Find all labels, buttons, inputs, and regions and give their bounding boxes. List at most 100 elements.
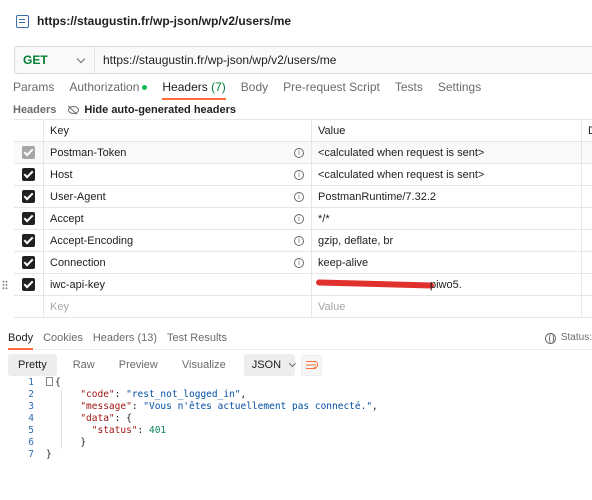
info-icon[interactable]: i	[294, 213, 304, 224]
response-tab-headers[interactable]: Headers (13)	[93, 332, 157, 349]
code-line: 3 "message": "Vous n'êtes actuellement p…	[18, 401, 378, 413]
response-body-editor[interactable]: 1{ 2 "code": "rest_not_logged_in", 3 "me…	[18, 377, 378, 461]
header-key-cell[interactable]: iwc-api-key	[44, 274, 312, 295]
table-row: Accept i */*	[14, 208, 592, 230]
tab-headers[interactable]: Headers (7)	[162, 80, 227, 100]
response-tab-test-results[interactable]: Test Results	[167, 332, 227, 349]
header-key: Accept	[50, 212, 84, 225]
column-key-label: Key	[50, 124, 69, 137]
header-key-cell[interactable]: Accept i	[44, 208, 312, 229]
header-key-cell[interactable]: Postman-Token i	[44, 142, 312, 163]
globe-icon[interactable]	[545, 333, 556, 344]
tab-tests[interactable]: Tests	[395, 80, 423, 99]
row-checkbox-cell	[14, 186, 44, 207]
format-visualize-button[interactable]: Visualize	[174, 354, 234, 376]
new-description-input[interactable]	[582, 296, 592, 317]
new-value-input[interactable]: Value	[312, 296, 582, 317]
hide-auto-generated-headers-button[interactable]: Hide auto-generated headers	[68, 104, 236, 116]
header-value: <calculated when request is sent>	[318, 146, 485, 159]
header-description-cell[interactable]	[582, 208, 592, 229]
response-tab-cookies[interactable]: Cookies	[43, 332, 83, 349]
header-description-cell[interactable]	[582, 186, 592, 207]
info-icon[interactable]: i	[294, 235, 304, 246]
header-key: Host	[50, 168, 73, 181]
column-header-value: Value	[312, 120, 582, 141]
request-tabs: Params Authorization Headers (7) Body Pr…	[13, 80, 496, 100]
header-description-cell[interactable]	[582, 142, 592, 163]
info-icon[interactable]: i	[294, 169, 304, 180]
tab-settings-label: Settings	[437, 80, 482, 94]
header-key: User-Agent	[50, 190, 106, 203]
code-line: 7}	[18, 449, 378, 461]
row-checkbox[interactable]	[22, 146, 35, 159]
table-row: Host i <calculated when request is sent>	[14, 164, 592, 186]
code-line: 1{	[18, 377, 378, 389]
header-value-cell[interactable]: PostmanRuntime/7.32.2	[312, 186, 582, 207]
tab-pre-request-script[interactable]: Pre-request Script	[283, 80, 380, 99]
tab-authorization[interactable]: Authorization	[69, 80, 148, 99]
method-select[interactable]: GET	[15, 47, 95, 73]
tab-settings[interactable]: Settings	[438, 80, 481, 99]
header-key-cell[interactable]: User-Agent i	[44, 186, 312, 207]
header-description-cell[interactable]	[582, 274, 592, 295]
row-checkbox[interactable]	[22, 190, 35, 203]
json-key: "message"	[80, 401, 132, 412]
row-checkbox-cell	[14, 252, 44, 273]
auth-set-indicator	[142, 85, 148, 91]
header-value: PostmanRuntime/7.32.2	[318, 190, 437, 203]
row-checkbox[interactable]	[22, 278, 35, 291]
line-number: 3	[28, 401, 34, 412]
table-row: Accept-Encoding i gzip, deflate, br	[14, 230, 592, 252]
response-status-label: Status:	[560, 332, 592, 343]
code-token: }	[46, 449, 52, 460]
header-value: keep-alive	[318, 256, 369, 269]
tab-params-label: Params	[13, 80, 55, 94]
format-pretty-button[interactable]: Pretty	[8, 354, 57, 376]
tab-headers-count: (7)	[211, 80, 226, 94]
fold-icon[interactable]	[46, 377, 53, 386]
header-value-cell[interactable]: <calculated when request is sent>	[312, 164, 582, 185]
header-value-cell[interactable]: gzip, deflate, br	[312, 230, 582, 251]
header-key-cell[interactable]: Host i	[44, 164, 312, 185]
info-icon[interactable]: i	[294, 191, 304, 202]
header-value: piwo5.	[430, 278, 462, 291]
row-checkbox-cell	[14, 274, 44, 295]
tab-pre-request-label: Pre-request Script	[283, 80, 380, 94]
table-header-row: Key Value D	[14, 120, 592, 142]
row-checkbox[interactable]	[22, 234, 35, 247]
header-key-cell[interactable]: Connection i	[44, 252, 312, 273]
header-value: <calculated when request is sent>	[318, 168, 485, 181]
url-input[interactable]: https://staugustin.fr/wp-json/wp/v2/user…	[95, 53, 336, 67]
hide-auto-generated-label: Hide auto-generated headers	[84, 104, 237, 116]
language-select[interactable]: JSON	[243, 354, 296, 376]
header-value: gzip, deflate, br	[318, 234, 394, 247]
header-value-cell[interactable]: keep-alive	[312, 252, 582, 273]
format-preview-button[interactable]: Preview	[111, 354, 166, 376]
row-checkbox-cell	[14, 208, 44, 229]
tab-params[interactable]: Params	[13, 80, 54, 99]
request-title[interactable]: https://staugustin.fr/wp-json/wp/v2/user…	[37, 14, 291, 28]
header-description-cell[interactable]	[582, 252, 592, 273]
header-description-cell[interactable]	[582, 164, 592, 185]
wrap-lines-icon[interactable]	[300, 354, 322, 376]
row-checkbox[interactable]	[22, 256, 35, 269]
info-icon[interactable]: i	[294, 147, 304, 158]
format-raw-button[interactable]: Raw	[65, 354, 103, 376]
row-checkbox[interactable]	[22, 168, 35, 181]
header-key-cell[interactable]: Accept-Encoding i	[44, 230, 312, 251]
column-header-key: Key	[44, 120, 312, 141]
tab-body[interactable]: Body	[241, 80, 268, 99]
response-tabs: Body Cookies Headers (13) Test Results S…	[8, 332, 592, 350]
row-checkbox[interactable]	[22, 212, 35, 225]
new-key-input[interactable]: Key	[44, 296, 312, 317]
response-tab-body[interactable]: Body	[8, 332, 34, 350]
header-value-cell[interactable]: <calculated when request is sent>	[312, 142, 582, 163]
header-key: Connection	[50, 256, 106, 269]
header-description-cell[interactable]	[582, 230, 592, 251]
response-tab-cookies-label: Cookies	[43, 332, 83, 344]
info-icon[interactable]: i	[294, 257, 304, 268]
json-key: "data"	[80, 413, 115, 424]
header-value-cell[interactable]: piwo5.	[312, 274, 582, 295]
header-value-cell[interactable]: */*	[312, 208, 582, 229]
drag-handle-icon[interactable]	[2, 280, 8, 290]
